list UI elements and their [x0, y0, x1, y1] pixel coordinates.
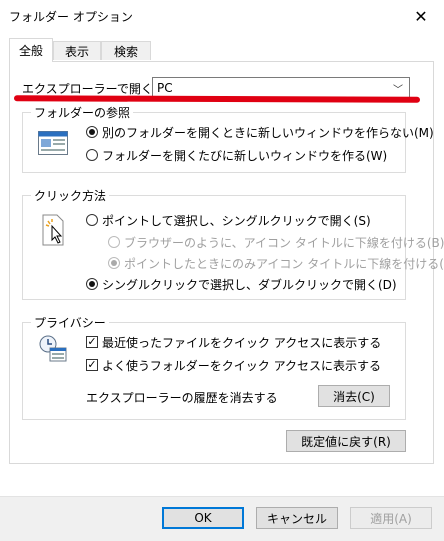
single-click-label: ポイントして選択し、シングルクリックで開く(S): [102, 214, 371, 228]
tab-view[interactable]: 表示: [53, 41, 101, 60]
show-recent-checkbox[interactable]: ✓: [86, 336, 98, 348]
ok-button[interactable]: OK: [162, 507, 244, 529]
recent-files-icon: [38, 334, 68, 367]
double-click-label: シングルクリックで選択し、ダブルクリックで開く(D): [102, 278, 397, 292]
cancel-button[interactable]: キャンセル: [256, 507, 338, 529]
browse-folders-legend: フォルダーの参照: [31, 104, 134, 121]
privacy-legend: プライバシー: [31, 314, 109, 331]
tab-search[interactable]: 検索: [101, 41, 151, 60]
show-recent-label: 最近使ったファイルをクイック アクセスに表示する: [102, 336, 382, 350]
underline-hover-radio[interactable]: [108, 257, 120, 269]
click-method-legend: クリック方法: [31, 187, 110, 204]
title-bar: フォルダー オプション ✕: [0, 0, 444, 32]
show-frequent-checkbox[interactable]: ✓: [86, 359, 98, 371]
underline-always-label: ブラウザーのように、アイコン タイトルに下線を付ける(B): [124, 236, 444, 250]
window-title: フォルダー オプション: [9, 10, 133, 24]
folder-options-dialog: フォルダー オプション ✕ 全般 表示 検索 エクスプローラーで開く: PC ﹀…: [0, 0, 444, 541]
apply-button[interactable]: 適用(A): [350, 507, 432, 529]
chevron-down-icon: ﹀: [393, 85, 403, 96]
clear-history-label: エクスプローラーの履歴を消去する: [86, 391, 278, 405]
clear-history-button[interactable]: 消去(C): [318, 385, 390, 407]
new-window-label: フォルダーを開くたびに新しいウィンドウを作る(W): [102, 149, 388, 163]
same-window-radio[interactable]: [86, 126, 98, 138]
close-icon[interactable]: ✕: [398, 0, 444, 32]
double-click-radio[interactable]: [86, 278, 98, 290]
restore-defaults-button[interactable]: 既定値に戻す(R): [286, 430, 406, 452]
same-window-label: 別のフォルダーを開くときに新しいウィンドウを作らない(M): [102, 126, 434, 140]
show-frequent-label: よく使うフォルダーをクイック アクセスに表示する: [102, 359, 381, 373]
tab-general[interactable]: 全般: [9, 38, 53, 62]
new-window-radio[interactable]: [86, 149, 98, 161]
underline-hover-label: ポイントしたときにのみアイコン タイトルに下線を付ける(P): [124, 257, 444, 271]
single-click-radio[interactable]: [86, 214, 98, 226]
underline-always-radio[interactable]: [108, 236, 120, 248]
click-cursor-icon: [40, 214, 68, 249]
folder-window-icon: [38, 131, 68, 158]
open-in-value: PC: [157, 81, 173, 95]
